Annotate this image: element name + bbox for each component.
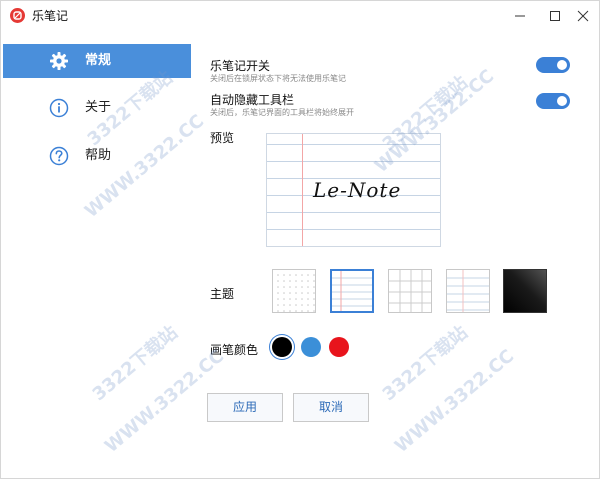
pen-color-label: 画笔颜色 <box>210 343 259 357</box>
watermark: 3322下载站 <box>378 322 472 406</box>
auto-hide-toolbar-title: 自动隐藏工具栏 <box>210 93 295 107</box>
maximize-icon <box>550 11 560 21</box>
theme-grid[interactable] <box>388 269 432 313</box>
minimize-button[interactable] <box>509 6 531 26</box>
help-icon <box>49 146 69 166</box>
sidebar-item-label: 帮助 <box>85 148 112 163</box>
close-button[interactable] <box>572 6 594 26</box>
watermark: WWW.3322.CC <box>391 345 519 458</box>
close-icon <box>577 10 589 22</box>
toggle-knob <box>557 96 567 106</box>
preview-label: 预览 <box>210 131 235 145</box>
sidebar-item-about[interactable]: 关于 <box>3 91 191 125</box>
theme-label: 主题 <box>210 287 235 301</box>
gear-icon <box>50 52 68 70</box>
sidebar-item-label: 关于 <box>85 100 112 115</box>
apply-button[interactable]: 应用 <box>207 393 283 422</box>
maximize-button[interactable] <box>544 6 566 26</box>
sidebar-item-label: 常规 <box>85 53 112 68</box>
auto-hide-toolbar-desc: 关闭后，乐笔记界面的工具栏将始终展开 <box>210 108 354 117</box>
sidebar-item-help[interactable]: 帮助 <box>3 139 191 173</box>
info-icon <box>49 98 69 118</box>
minimize-icon <box>515 15 525 17</box>
note-preview: Le-Note <box>266 133 441 247</box>
pen-color-blue[interactable] <box>301 337 321 357</box>
theme-dark[interactable] <box>503 269 547 313</box>
pen-color-black[interactable] <box>272 337 292 357</box>
pen-color-red[interactable] <box>329 337 349 357</box>
theme-lined-margin[interactable] <box>330 269 374 313</box>
lock-note-toggle[interactable] <box>536 57 570 73</box>
settings-window: 乐笔记 常规 关于 帮助 乐笔记开关 关闭后在锁屏状态下将无法使用乐笔记 自动隐… <box>0 0 600 479</box>
cancel-button[interactable]: 取消 <box>293 393 369 422</box>
sidebar-item-general[interactable]: 常规 <box>3 44 191 78</box>
sidebar: 常规 关于 帮助 <box>1 31 191 479</box>
window-title: 乐笔记 <box>32 9 69 23</box>
toggle-knob <box>557 60 567 70</box>
auto-hide-toolbar-toggle[interactable] <box>536 93 570 109</box>
title-bar: 乐笔记 <box>1 1 599 31</box>
theme-dots[interactable] <box>272 269 316 313</box>
lock-note-toggle-title: 乐笔记开关 <box>210 59 271 73</box>
lock-note-toggle-desc: 关闭后在锁屏状态下将无法使用乐笔记 <box>210 74 346 83</box>
preview-text: Le-Note <box>313 178 402 202</box>
app-logo-icon <box>10 8 25 23</box>
theme-lined[interactable] <box>446 269 490 313</box>
